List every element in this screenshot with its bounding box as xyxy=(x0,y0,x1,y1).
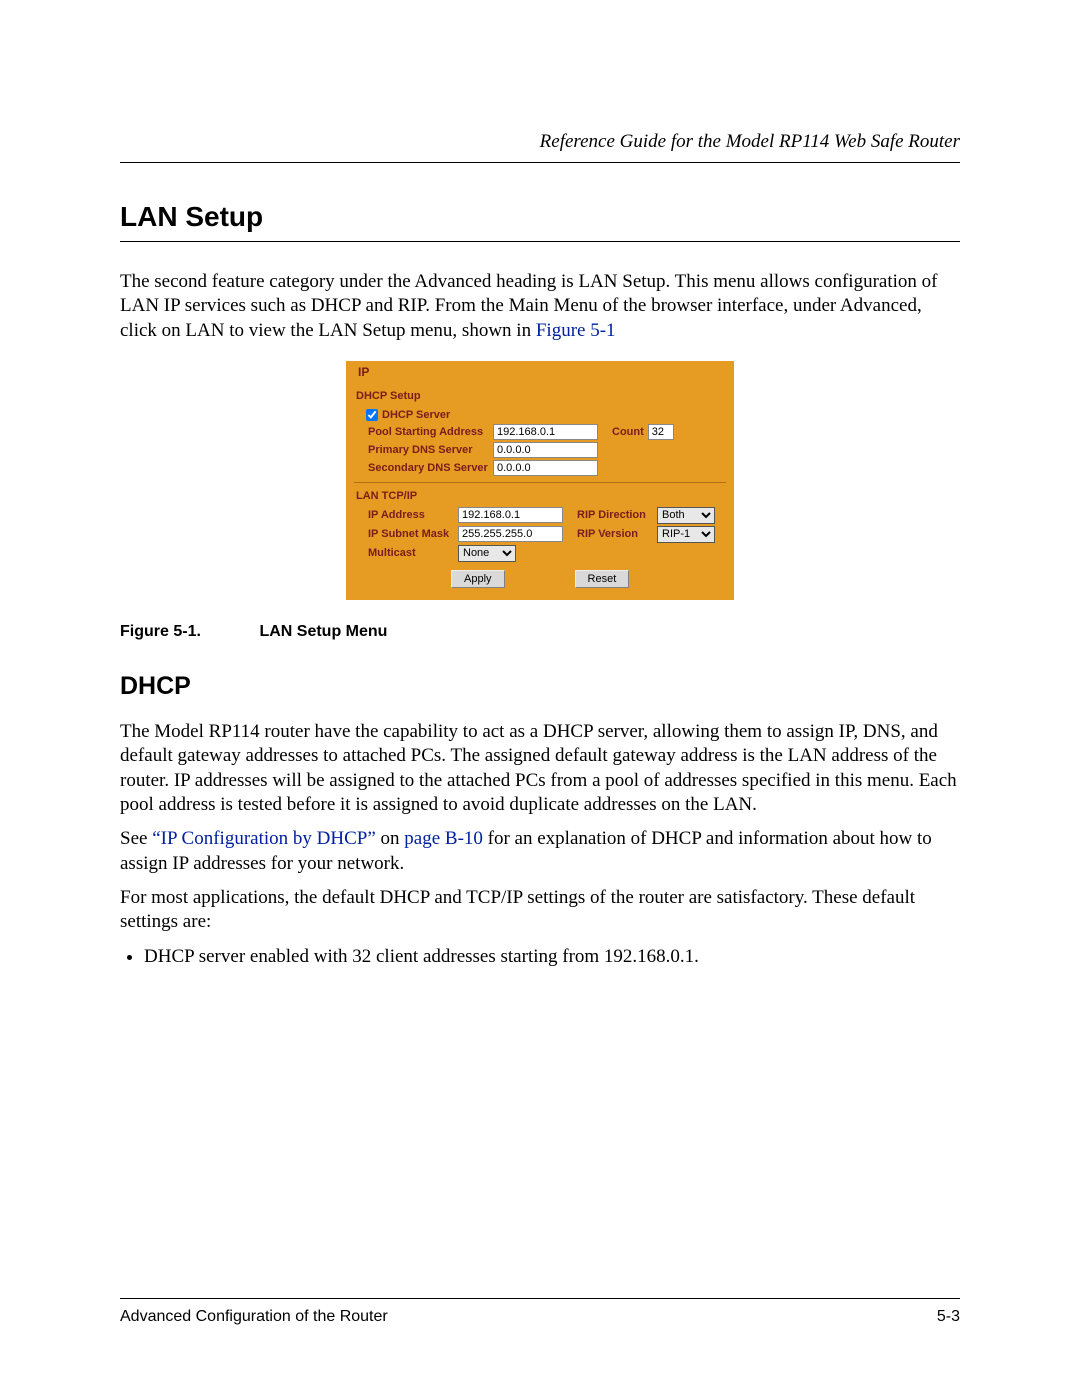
panel-separator xyxy=(354,482,726,483)
count-input[interactable] xyxy=(648,424,674,440)
footer-left: Advanced Configuration of the Router xyxy=(120,1307,388,1327)
p2-text-b: on xyxy=(376,828,405,849)
dhcp-paragraph-2: See “IP Configuration by DHCP” on page B… xyxy=(120,827,960,876)
p2-text-a: See xyxy=(120,828,152,849)
running-header: Reference Guide for the Model RP114 Web … xyxy=(120,130,960,154)
ip-subnet-mask-input[interactable] xyxy=(458,526,563,542)
header-rule xyxy=(120,162,960,163)
pool-starting-address-label: Pool Starting Address xyxy=(368,425,493,439)
heading-rule xyxy=(120,241,960,242)
figure-caption: Figure 5-1. LAN Setup Menu xyxy=(120,622,960,642)
dhcp-server-row: DHCP Server xyxy=(356,408,724,422)
count-label: Count xyxy=(612,425,644,439)
dhcp-paragraph-1: The Model RP114 router have the capabili… xyxy=(120,720,960,817)
rip-direction-label: RIP Direction xyxy=(577,508,653,522)
footer-rule xyxy=(120,1298,960,1299)
apply-button[interactable]: Apply xyxy=(451,570,505,588)
pool-row: Pool Starting Address Count xyxy=(356,424,724,440)
subsection-heading-dhcp: DHCP xyxy=(120,670,960,702)
dhcp-server-label: DHCP Server xyxy=(382,408,450,422)
figure-number: Figure 5-1. xyxy=(120,622,255,642)
intro-text: The second feature category under the Ad… xyxy=(120,271,937,341)
page-footer: Advanced Configuration of the Router 5-3 xyxy=(120,1298,960,1327)
ip-address-input[interactable] xyxy=(458,507,563,523)
primary-dns-input[interactable] xyxy=(493,442,598,458)
tab-ip-label: IP xyxy=(358,365,369,379)
primary-dns-label: Primary DNS Server xyxy=(368,443,493,457)
ip-config-link[interactable]: “IP Configuration by DHCP” xyxy=(152,828,376,849)
rip-direction-select[interactable]: Both xyxy=(657,507,715,524)
dhcp-setup-header: DHCP Setup xyxy=(356,389,724,403)
page-b10-link[interactable]: page B-10 xyxy=(404,828,483,849)
secondary-dns-row: Secondary DNS Server xyxy=(356,460,724,476)
tab-ip: IP xyxy=(346,361,381,383)
lan-setup-panel: IP DHCP Setup DHCP Server Pool Starting … xyxy=(346,361,734,600)
figure-link[interactable]: Figure 5-1 xyxy=(536,320,616,341)
primary-dns-row: Primary DNS Server xyxy=(356,442,724,458)
multicast-select[interactable]: None xyxy=(458,545,516,562)
figure-5-1: IP DHCP Setup DHCP Server Pool Starting … xyxy=(120,361,960,600)
default-settings-list: DHCP server enabled with 32 client addre… xyxy=(120,945,960,969)
multicast-row: Multicast None xyxy=(356,545,724,562)
subnet-row: IP Subnet Mask RIP Version RIP-1 xyxy=(356,526,724,543)
button-row: Apply Reset xyxy=(451,570,724,588)
section-heading-lan-setup: LAN Setup xyxy=(120,199,960,235)
dhcp-server-checkbox[interactable] xyxy=(366,409,378,421)
intro-paragraph: The second feature category under the Ad… xyxy=(120,270,960,343)
secondary-dns-label: Secondary DNS Server xyxy=(368,461,493,475)
rip-version-label: RIP Version xyxy=(577,527,653,541)
footer-right: 5-3 xyxy=(937,1307,960,1327)
pool-starting-address-input[interactable] xyxy=(493,424,598,440)
list-item: DHCP server enabled with 32 client addre… xyxy=(144,945,960,969)
multicast-label: Multicast xyxy=(368,546,458,560)
lan-tcpip-header: LAN TCP/IP xyxy=(356,489,724,503)
rip-version-select[interactable]: RIP-1 xyxy=(657,526,715,543)
ip-address-label: IP Address xyxy=(368,508,458,522)
dhcp-paragraph-3: For most applications, the default DHCP … xyxy=(120,886,960,935)
secondary-dns-input[interactable] xyxy=(493,460,598,476)
ip-address-row: IP Address RIP Direction Both xyxy=(356,507,724,524)
ip-subnet-mask-label: IP Subnet Mask xyxy=(368,527,458,541)
reset-button[interactable]: Reset xyxy=(575,570,630,588)
figure-caption-text: LAN Setup Menu xyxy=(259,623,387,640)
